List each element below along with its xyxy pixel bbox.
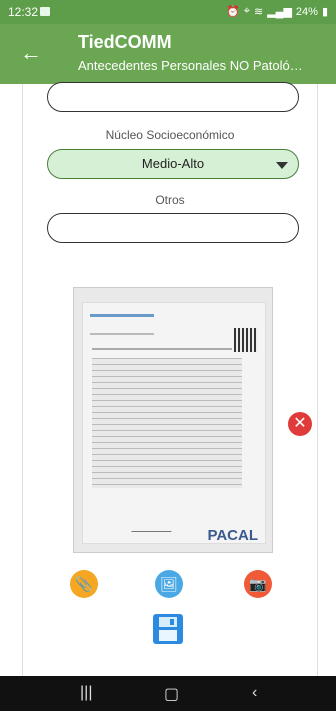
camera-button[interactable]: 📷 bbox=[244, 570, 272, 598]
recent-apps-icon[interactable]: ||| bbox=[80, 684, 92, 702]
wifi-icon: ≋ bbox=[253, 6, 264, 18]
app-title: TiedCOMM bbox=[78, 32, 172, 52]
paperclip-icon: 📎 bbox=[75, 576, 93, 592]
delete-image-button[interactable]: ✕ bbox=[288, 412, 312, 436]
document-table bbox=[92, 358, 242, 488]
battery-icon: ▮ bbox=[321, 6, 328, 18]
back-arrow-icon[interactable]: ← bbox=[20, 42, 42, 64]
socioeconomic-select[interactable]: Medio-Alto bbox=[47, 149, 299, 179]
home-icon[interactable]: ▢ bbox=[164, 684, 179, 704]
gallery-button[interactable]: 🖼 bbox=[155, 570, 183, 598]
status-time: 12:32 bbox=[8, 5, 39, 19]
document-line bbox=[92, 348, 232, 350]
qr-code bbox=[234, 328, 258, 352]
save-icon bbox=[159, 617, 177, 627]
battery-level: 24% bbox=[295, 5, 318, 18]
attach-file-button[interactable]: 📎 bbox=[70, 570, 98, 598]
document-logo bbox=[90, 314, 154, 335]
nav-back-icon[interactable]: ‹ bbox=[252, 684, 257, 702]
socioeconomic-value: Medio-Alto bbox=[141, 156, 205, 171]
previous-input-field[interactable] bbox=[47, 82, 299, 112]
image-icon: 🖼 bbox=[160, 576, 178, 592]
close-icon: ✕ bbox=[293, 415, 307, 432]
location-icon: ⌖ bbox=[243, 5, 250, 17]
system-nav-bar: ||| ▢ ‹ bbox=[0, 676, 336, 711]
app-bar: ← TiedCOMM Antecedentes Personales NO Pa… bbox=[0, 24, 336, 84]
notification-icon bbox=[40, 7, 50, 16]
document-watermark: PACAL bbox=[207, 527, 258, 544]
socioeconomic-label: Núcleo Socioeconómico bbox=[105, 128, 235, 142]
document-signature bbox=[131, 517, 177, 532]
signal-icon: ▂▄▆ bbox=[267, 6, 292, 18]
status-indicators: ⏰ ⌖ ≋ ▂▄▆ 24% ▮ bbox=[226, 5, 328, 18]
status-bar: 12:32 ⏰ ⌖ ≋ ▂▄▆ 24% ▮ bbox=[0, 0, 336, 24]
app-subtitle: Antecedentes Personales NO Patoló… bbox=[78, 58, 303, 73]
document-photo: PACAL bbox=[73, 287, 273, 553]
chevron-down-icon bbox=[276, 162, 288, 169]
save-button[interactable] bbox=[153, 614, 183, 644]
camera-icon: 📷 bbox=[249, 576, 267, 592]
alarm-icon: ⏰ bbox=[226, 6, 240, 18]
otros-label: Otros bbox=[155, 193, 185, 207]
otros-input[interactable] bbox=[47, 213, 299, 243]
